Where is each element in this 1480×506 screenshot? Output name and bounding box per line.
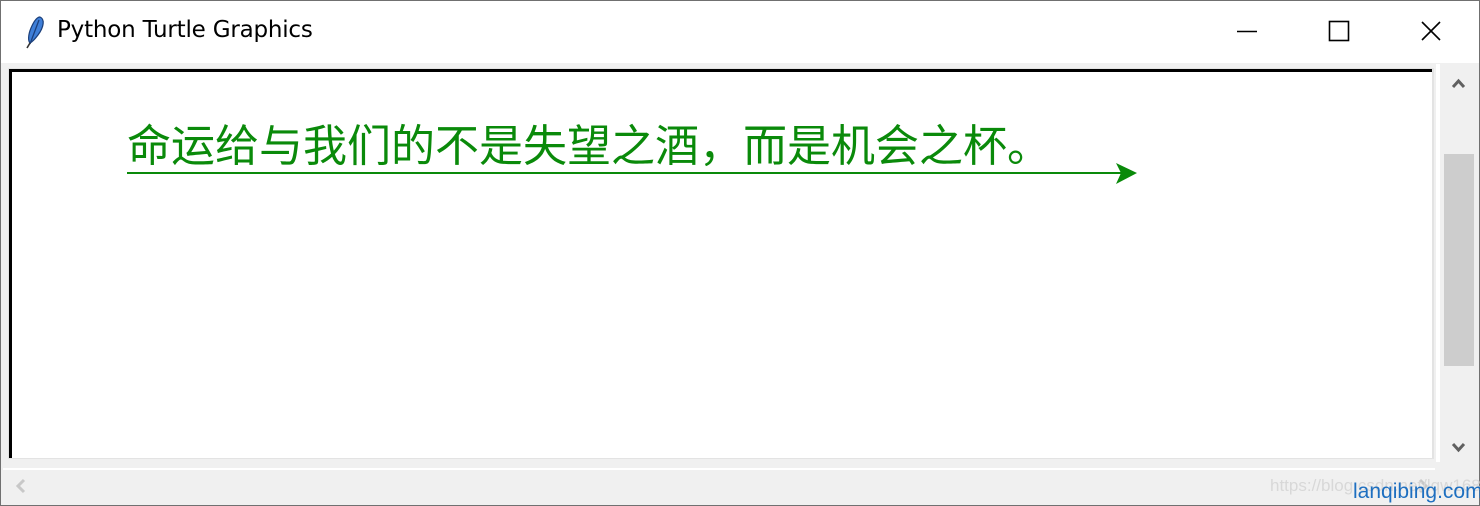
scroll-divider (1436, 64, 1440, 462)
chevron-down-icon (1451, 442, 1466, 453)
scroll-down-button[interactable] (1442, 432, 1475, 462)
watermark-brand: lanqibing.com (1353, 480, 1480, 503)
scroll-up-button[interactable] (1442, 68, 1475, 98)
scroll-left-button[interactable] (8, 473, 34, 499)
turtle-drawing (127, 163, 1137, 184)
chevron-up-icon (1451, 78, 1466, 89)
horizontal-scrollbar[interactable] (3, 468, 1435, 504)
vertical-scroll-thumb[interactable] (1444, 154, 1474, 366)
chevron-left-icon (15, 478, 26, 494)
written-text: 命运给与我们的不是失望之酒，而是机会之杯。 (127, 121, 1051, 172)
